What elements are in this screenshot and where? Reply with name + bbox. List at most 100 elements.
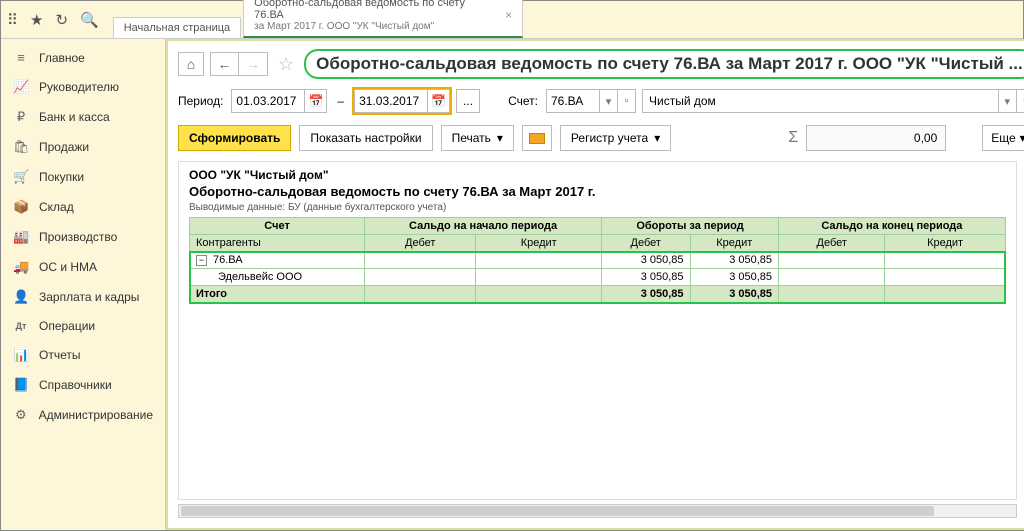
search-icon[interactable]: 🔍 — [80, 11, 99, 29]
chevron-down-icon: ▾ — [497, 131, 503, 145]
sidebar: ≡Главное 📈Руководителю ₽Банк и касса 🛍Пр… — [1, 39, 166, 530]
print-label: Печать — [452, 131, 491, 145]
date-from-input[interactable] — [232, 94, 304, 108]
form-button[interactable]: Сформировать — [178, 125, 291, 151]
date-to-input[interactable] — [355, 94, 427, 108]
more-button[interactable]: Еще▾ — [982, 125, 1024, 151]
favorite-icon[interactable]: ☆ — [278, 54, 294, 75]
apps-icon[interactable]: ⠿ — [7, 11, 18, 29]
open-icon[interactable]: ▫ — [1016, 90, 1024, 112]
table-row[interactable]: Эдельвейс ООО 3 050,85 3 050,85 — [190, 269, 1006, 286]
register-button[interactable]: Регистр учета ▾ — [560, 125, 671, 151]
box-icon: 📦 — [13, 199, 29, 215]
organization-input[interactable] — [643, 90, 998, 112]
col-credit-end: Кредит — [885, 235, 1005, 252]
page-title: Оборотно-сальдовая ведомость по счету 76… — [304, 49, 1024, 79]
content-pane: ⌂ ← → ☆ Оборотно-сальдовая ведомость по … — [166, 39, 1024, 530]
dropdown-icon[interactable]: ▾ — [998, 90, 1016, 112]
col-contragents: Контрагенты — [190, 235, 365, 252]
report-title: Оборотно-сальдовая ведомость по счету 76… — [189, 184, 1006, 199]
sidebar-item-sales[interactable]: 🛍Продажи — [1, 132, 165, 162]
cell-label: Эдельвейс ООО — [218, 271, 302, 283]
sidebar-item-assets[interactable]: 🚚 ОС и НМА — [1, 252, 165, 282]
show-settings-button[interactable]: Показать настройки — [299, 125, 432, 151]
history-icon[interactable]: ↻ — [55, 11, 68, 29]
sidebar-item-label: Производство — [39, 230, 117, 244]
sidebar-item-label: ОС и НМА — [39, 260, 97, 274]
col-debit-start: Дебет — [365, 235, 476, 252]
star-icon[interactable]: ★ — [30, 11, 43, 29]
close-icon[interactable]: × — [505, 8, 512, 22]
scroll-thumb[interactable] — [181, 506, 934, 516]
home-button[interactable]: ⌂ — [178, 52, 204, 76]
calendar-icon[interactable]: 📅 — [427, 90, 449, 112]
calendar-icon[interactable]: 📅 — [304, 90, 326, 112]
bag-icon: 🛍 — [13, 139, 29, 155]
date-to-field[interactable]: 📅 — [354, 89, 450, 113]
sidebar-item-operations[interactable]: Дт Операции — [1, 312, 165, 340]
table-row[interactable]: −76.ВА 3 050,85 3 050,85 — [190, 252, 1006, 269]
nav-back-forward: ← → — [210, 52, 268, 76]
bars-icon: 📊 — [13, 347, 29, 363]
sidebar-item-reports[interactable]: 📊 Отчеты — [1, 340, 165, 370]
title-bar: ⌂ ← → ☆ Оборотно-сальдовая ведомость по … — [168, 41, 1024, 83]
sidebar-item-label: Администрирование — [39, 408, 153, 422]
col-account: Счет — [190, 218, 365, 235]
open-icon[interactable]: ▫ — [617, 90, 635, 112]
print-button[interactable]: Печать ▾ — [441, 125, 514, 151]
account-input[interactable] — [547, 94, 599, 108]
sidebar-item-warehouse[interactable]: 📦 Склад — [1, 192, 165, 222]
sidebar-item-label: Отчеты — [39, 348, 80, 362]
col-group-turn: Обороты за период — [602, 218, 779, 235]
sidebar-item-label: Операции — [39, 319, 95, 333]
truck-icon: 🚚 — [13, 259, 29, 275]
cell-credit-turn: 3 050,85 — [690, 269, 779, 286]
menu-icon: ≡ — [13, 50, 29, 65]
sidebar-item-purchases[interactable]: 🛒Покупки — [1, 162, 165, 192]
col-group-end: Сальдо на конец периода — [779, 218, 1006, 235]
back-button[interactable]: ← — [211, 53, 239, 75]
horizontal-scrollbar[interactable] — [178, 504, 1017, 518]
col-debit-end: Дебет — [779, 235, 885, 252]
col-credit-turn: Кредит — [690, 235, 779, 252]
sidebar-item-label: Банк и касса — [39, 110, 110, 124]
sidebar-item-main[interactable]: ≡ Главное — [1, 43, 165, 72]
factory-icon: 🏭 — [13, 229, 29, 245]
person-icon: 👤 — [13, 289, 29, 305]
account-field[interactable]: ▾ ▫ — [546, 89, 636, 113]
report-subtitle: Выводимые данные: БУ (данные бухгалтерск… — [189, 202, 1006, 213]
sidebar-item-catalogs[interactable]: 📘Справочники — [1, 370, 165, 400]
organization-field[interactable]: ▾ ▫ — [642, 89, 1024, 113]
tab-report-line2: за Март 2017 г. ООО "УК "Чистый дом" — [254, 21, 497, 32]
sidebar-item-manager[interactable]: 📈Руководителю — [1, 72, 165, 102]
sidebar-item-bank[interactable]: ₽ Банк и касса — [1, 102, 165, 132]
tab-report[interactable]: Оборотно-сальдовая ведомость по счету 76… — [243, 0, 523, 38]
date-from-field[interactable]: 📅 — [231, 89, 327, 113]
chevron-down-icon: ▾ — [654, 131, 660, 145]
period-picker-button[interactable]: ... — [456, 89, 480, 113]
sidebar-item-production[interactable]: 🏭 Производство — [1, 222, 165, 252]
mail-button[interactable] — [522, 125, 552, 151]
tab-home[interactable]: Начальная страница — [113, 17, 241, 38]
cart-icon: 🛒 — [13, 169, 29, 185]
sidebar-item-label: Главное — [39, 51, 85, 65]
cell-total-label: Итого — [190, 286, 365, 303]
forward-button[interactable]: → — [239, 53, 267, 75]
toolbar-icon-group: ⠿ ★ ↻ 🔍 — [7, 11, 99, 29]
collapse-icon[interactable]: − — [196, 255, 207, 266]
sidebar-item-admin[interactable]: ⚙Администрирование — [1, 400, 165, 430]
dtkt-icon: Дт — [13, 321, 29, 331]
dropdown-icon[interactable]: ▾ — [599, 90, 617, 112]
sidebar-item-label: Склад — [39, 200, 74, 214]
envelope-icon — [529, 133, 545, 144]
tab-report-line1: Оборотно-сальдовая ведомость по счету 76… — [254, 0, 497, 21]
sidebar-item-salary[interactable]: 👤 Зарплата и кадры — [1, 282, 165, 312]
cell-debit-turn: 3 050,85 — [602, 269, 691, 286]
tab-strip: Начальная страница Оборотно-сальдовая ве… — [113, 1, 525, 38]
sidebar-item-label: Зарплата и кадры — [39, 290, 139, 304]
cell-label: 76.ВА — [213, 254, 243, 266]
period-label: Период: — [178, 94, 223, 108]
ruble-icon: ₽ — [13, 109, 29, 125]
register-label: Регистр учета — [571, 131, 648, 145]
col-group-start: Сальдо на начало периода — [365, 218, 602, 235]
